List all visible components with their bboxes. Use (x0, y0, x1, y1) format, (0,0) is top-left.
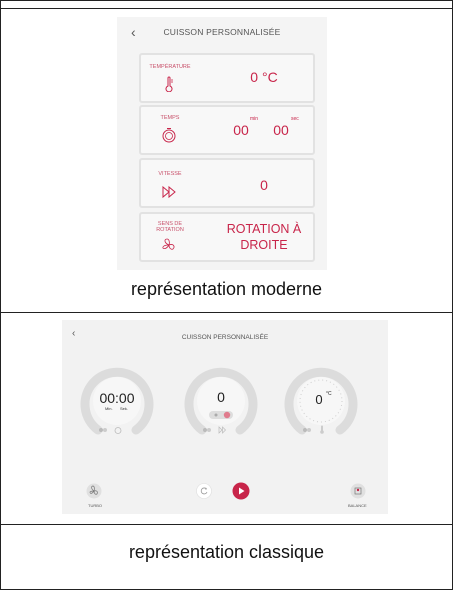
balance-button[interactable] (350, 483, 366, 499)
minutes-unit: min (250, 116, 259, 122)
thermometer-icon (320, 425, 324, 434)
rotation-value-line2: DROITE (240, 238, 288, 252)
lower-divider (0, 524, 453, 525)
classic-caption: représentation classique (128, 542, 325, 562)
rotation-card[interactable]: SENS DE ROTATION ROTATION À DROITE (139, 212, 315, 262)
min-label: Min. (105, 406, 113, 411)
time-value: 00:00 (99, 390, 135, 406)
speed-value: 0 (260, 177, 268, 193)
screen-title: CUISSON PERSONNALISÉE (181, 334, 269, 341)
sec-label: Sek. (120, 406, 129, 411)
timer-icon (162, 128, 176, 143)
temperature-value: 0 °C (250, 69, 278, 85)
turbo-label: TURBO (88, 503, 102, 508)
speed-dial[interactable]: 0 (184, 364, 258, 438)
turbo-button[interactable] (86, 483, 102, 499)
balance-label: BALANCE (348, 503, 367, 508)
card-label: VITESSE (158, 171, 182, 177)
speed-card[interactable]: VITESSE 0 (139, 158, 315, 208)
start-button[interactable] (232, 482, 250, 500)
card-label: TEMPÉRATURE (149, 64, 191, 70)
card-label: TEMPS (160, 115, 180, 121)
reset-button[interactable] (196, 483, 212, 499)
speed-icon (162, 185, 176, 199)
minutes-value: 00 (233, 122, 249, 138)
modern-screen: ‹ CUISSON PERSONNALISÉE TEMPÉRATURE 0 °C… (117, 17, 327, 270)
classic-screen: ‹ CUISSON PERSONNALISÉE 00:00 Min. Sek. … (62, 320, 388, 514)
time-dial[interactable]: 00:00 Min. Sek. (80, 364, 154, 438)
rotation-icon (99, 428, 107, 432)
rotation-icon (203, 428, 211, 432)
speed-icon (218, 426, 226, 434)
top-divider (0, 8, 453, 9)
rotation-icon (162, 238, 175, 250)
speed-value: 0 (217, 389, 225, 405)
time-card[interactable]: TEMPS 00 min 00 sec (139, 105, 315, 155)
thermometer-icon (165, 76, 173, 92)
modern-caption: représentation moderne (130, 279, 323, 299)
card-label-line2: ROTATION (156, 227, 184, 233)
middle-divider (0, 312, 453, 313)
direction-toggle[interactable] (209, 411, 233, 419)
rotation-icon (303, 428, 311, 432)
timer-icon (114, 427, 122, 434)
temperature-dial[interactable]: 0 °C (284, 364, 358, 438)
rotation-value-line1: ROTATION À (226, 222, 302, 236)
temperature-unit: °C (326, 391, 332, 397)
temperature-card[interactable]: TEMPÉRATURE 0 °C (139, 53, 315, 103)
seconds-unit: sec (291, 116, 299, 122)
seconds-value: 00 (273, 122, 289, 138)
temperature-value: 0 (315, 392, 323, 407)
screen-title: CUISSON PERSONNALISÉE (163, 27, 281, 37)
